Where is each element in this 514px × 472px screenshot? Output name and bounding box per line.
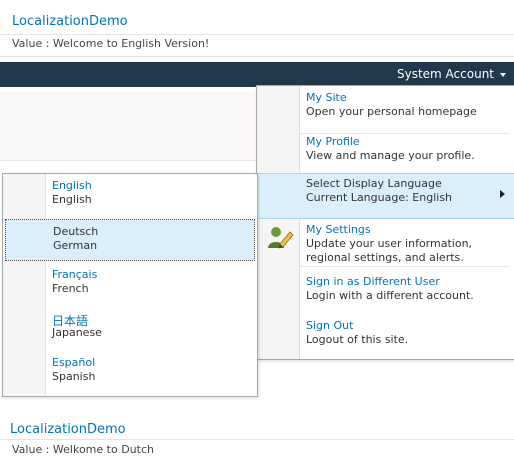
value-text: Value : Welcome to English Version! [12, 37, 210, 50]
account-dropdown-menu: My Site Open your personal homepage My P… [256, 85, 514, 360]
menu-item-title: My Profile [306, 135, 360, 148]
menu-item-desc: Open your personal homepage [306, 105, 477, 118]
divider [0, 439, 514, 440]
language-option-german[interactable]: Deutsch German [5, 219, 255, 261]
menu-item-select-display-language[interactable]: Select Display Language Current Language… [257, 173, 514, 219]
menu-item-my-site[interactable]: My Site Open your personal homepage [257, 88, 514, 132]
system-account-menu[interactable]: System Account [397, 67, 506, 81]
menu-item-desc: Current Language: English [306, 191, 453, 204]
language-native-name: Deutsch [53, 225, 99, 238]
menu-item-sign-out[interactable]: Sign Out Logout of this site. [257, 316, 514, 360]
language-english-name: English [52, 193, 92, 206]
language-english-name: Japanese [52, 326, 102, 339]
menu-item-my-settings[interactable]: My Settings Update your user information… [257, 220, 514, 272]
menu-item-title: Sign in as Different User [306, 275, 440, 288]
divider [0, 34, 514, 35]
site-title-link[interactable]: LocalizationDemo [10, 422, 126, 437]
language-option-french[interactable]: Français French [3, 263, 257, 305]
menu-item-desc: Login with a different account. [306, 289, 474, 302]
language-native-name: Español [52, 356, 96, 369]
language-option-japanese[interactable]: 日本語 Japanese [3, 307, 257, 349]
language-option-english[interactable]: English English [3, 174, 257, 216]
menu-item-desc: View and manage your profile. [306, 149, 475, 162]
language-english-name: French [52, 282, 89, 295]
menu-item-title: Select Display Language [306, 177, 442, 190]
page-content-band [0, 92, 256, 161]
language-submenu: English English Deutsch German Français … [2, 173, 258, 397]
language-native-name: English [52, 179, 92, 192]
menu-item-title: My Site [306, 91, 347, 104]
user-edit-icon [268, 227, 294, 249]
menu-item-title: My Settings [306, 223, 371, 236]
divider [0, 56, 514, 57]
menu-item-desc: Logout of this site. [306, 333, 409, 346]
chevron-down-icon [500, 73, 506, 77]
site-title-link[interactable]: LocalizationDemo [12, 14, 128, 29]
menu-item-title: Sign Out [306, 319, 354, 332]
menu-item-my-profile[interactable]: My Profile View and manage your profile. [257, 132, 514, 176]
menu-item-desc: regional settings, and alerts. [306, 251, 464, 264]
language-english-name: German [53, 239, 98, 252]
top-navigation-bar: System Account [0, 62, 514, 87]
chevron-right-icon [500, 190, 505, 198]
value-text: Value : Welkome to Dutch [12, 443, 154, 456]
language-option-spanish[interactable]: Español Spanish [3, 351, 257, 393]
account-label: System Account [396, 67, 494, 81]
menu-separator [300, 266, 510, 267]
language-english-name: Spanish [52, 370, 96, 383]
language-native-name: Français [52, 268, 98, 281]
menu-item-desc: Update your user information, [306, 237, 473, 250]
menu-item-sign-in-different-user[interactable]: Sign in as Different User Login with a d… [257, 272, 514, 316]
